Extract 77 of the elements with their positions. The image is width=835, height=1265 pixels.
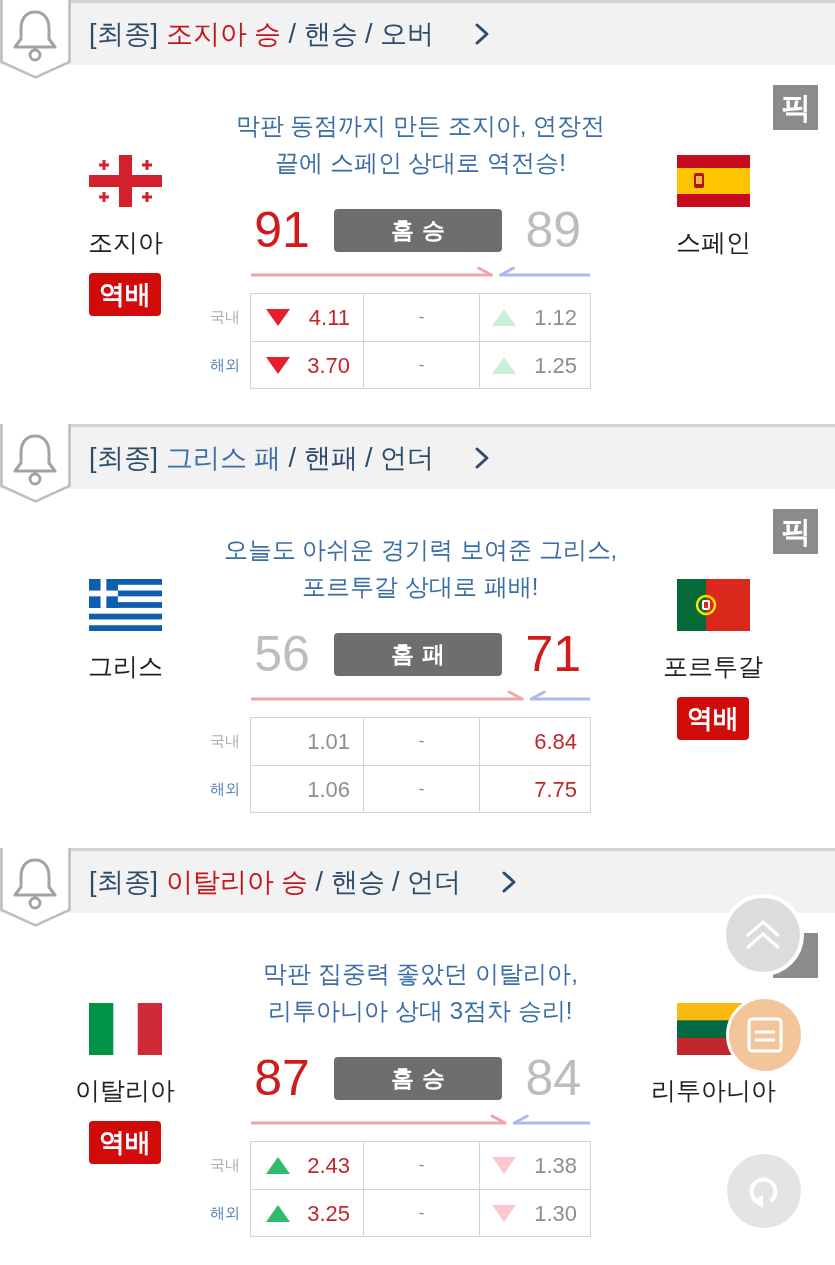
match-headline: 막판 집중력 좋았던 이탈리아, 리투아니아 상대 3점차 승리! [262,959,579,1026]
odds-row-label: 국내 [209,730,241,751]
odds-value: - [418,1201,425,1225]
odds-cell[interactable]: 1.06 [250,765,363,813]
left-arrow [529,690,590,701]
odds-value: 7.75 [534,775,577,804]
odds-value: 1.01 [307,728,350,756]
team-name: 리투아니아 [650,1076,776,1104]
team-name: 이탈리아 [75,1076,175,1104]
odds-value: 6.84 [534,728,577,756]
match-headline: 오늘도 아쉬운 경기력 보여준 그리스, 포르투갈 상대로 패배! [222,535,619,602]
result-badge: 홈승 [334,208,502,252]
list-icon [747,1017,783,1053]
reverse-bet-badge: 역배 [89,1121,161,1164]
odds-value: 4.11 [308,304,350,332]
odds-value: - [418,353,425,377]
away-score: 89 [524,201,582,260]
away-score: 71 [524,625,582,684]
reverse-bet-badge: 역배 [89,273,161,316]
away-score: 84 [524,1049,582,1108]
bell-icon[interactable] [0,848,71,927]
pick-badge: 픽 [773,509,818,554]
odds-cell[interactable]: 3.25 [250,1189,363,1237]
odds-value: 1.38 [534,1152,577,1180]
odds-cell[interactable]: - [363,717,479,765]
double-chevron-up-icon [743,918,783,952]
odds-cell[interactable]: 3.70 [250,341,363,389]
odds-cell[interactable]: 6.84 [479,717,591,765]
odds-row-label: 해외 [209,1202,241,1223]
odds-cell[interactable]: - [363,341,479,389]
home-score: 87 [253,1049,311,1108]
result-title[interactable]: [최종] 그리스 패 / 핸패 / 언더 [89,441,435,475]
odds-cell[interactable]: 1.25 [479,341,591,389]
odds-cell[interactable]: - [363,765,479,813]
bell-icon[interactable] [0,0,71,79]
odds-value: - [418,777,425,801]
odds-row-label: 국내 [209,306,241,327]
odds-value: 3.70 [307,351,350,380]
odds-value: 1.12 [534,304,577,332]
result-title[interactable]: [최종] 이탈리아 승 / 핸승 / 언더 [89,865,462,899]
result-title[interactable]: [최종] 조지아 승 / 핸승 / 오버 [89,17,435,51]
chevron-right-icon[interactable] [474,446,491,470]
reverse-bet-badge: 역배 [677,697,749,740]
result-badge: 홈패 [334,632,502,676]
result-badge: 홈승 [334,1056,502,1100]
odds-value: 1.06 [307,775,350,804]
odds-row-label: 해외 [209,354,241,375]
match-headline: 막판 동점까지 만든 조지아, 연장전 끝에 스페인 상대로 역전승! [234,111,607,178]
odds-value: 1.30 [534,1199,577,1228]
odds-value: 3.25 [307,1199,350,1228]
odds-cell[interactable]: - [363,1141,479,1189]
odds-cell[interactable]: 7.75 [479,765,591,813]
team-name: 조지아 [87,228,163,256]
odds-cell[interactable]: 1.38 [479,1141,591,1189]
odds-cell[interactable]: 1.01 [250,717,363,765]
home-score: 91 [253,201,311,260]
odds-cell[interactable]: 4.11 [250,293,363,341]
odds-value: 2.43 [307,1152,350,1180]
odds-cell[interactable]: - [363,293,479,341]
odds-cell[interactable]: - [363,1189,479,1237]
team-name: 포르투갈 [663,652,763,680]
team-name: 그리스 [87,652,163,680]
odds-cell[interactable]: 1.12 [479,293,591,341]
odds-value: - [418,730,425,753]
odds-value: - [418,306,425,329]
team-name: 스페인 [675,228,751,256]
odds-row-label: 해외 [209,778,241,799]
odds-cell[interactable]: 1.30 [479,1189,591,1237]
odds-cell[interactable]: 2.43 [250,1141,363,1189]
bell-icon[interactable] [0,424,71,503]
odds-value: - [418,1154,425,1177]
home-score: 56 [253,625,311,684]
pick-badge: 픽 [773,85,818,130]
chevron-right-icon[interactable] [501,870,518,894]
odds-row-label: 국내 [209,1154,241,1175]
chevron-right-icon[interactable] [474,22,491,46]
odds-value: 1.25 [534,351,577,380]
